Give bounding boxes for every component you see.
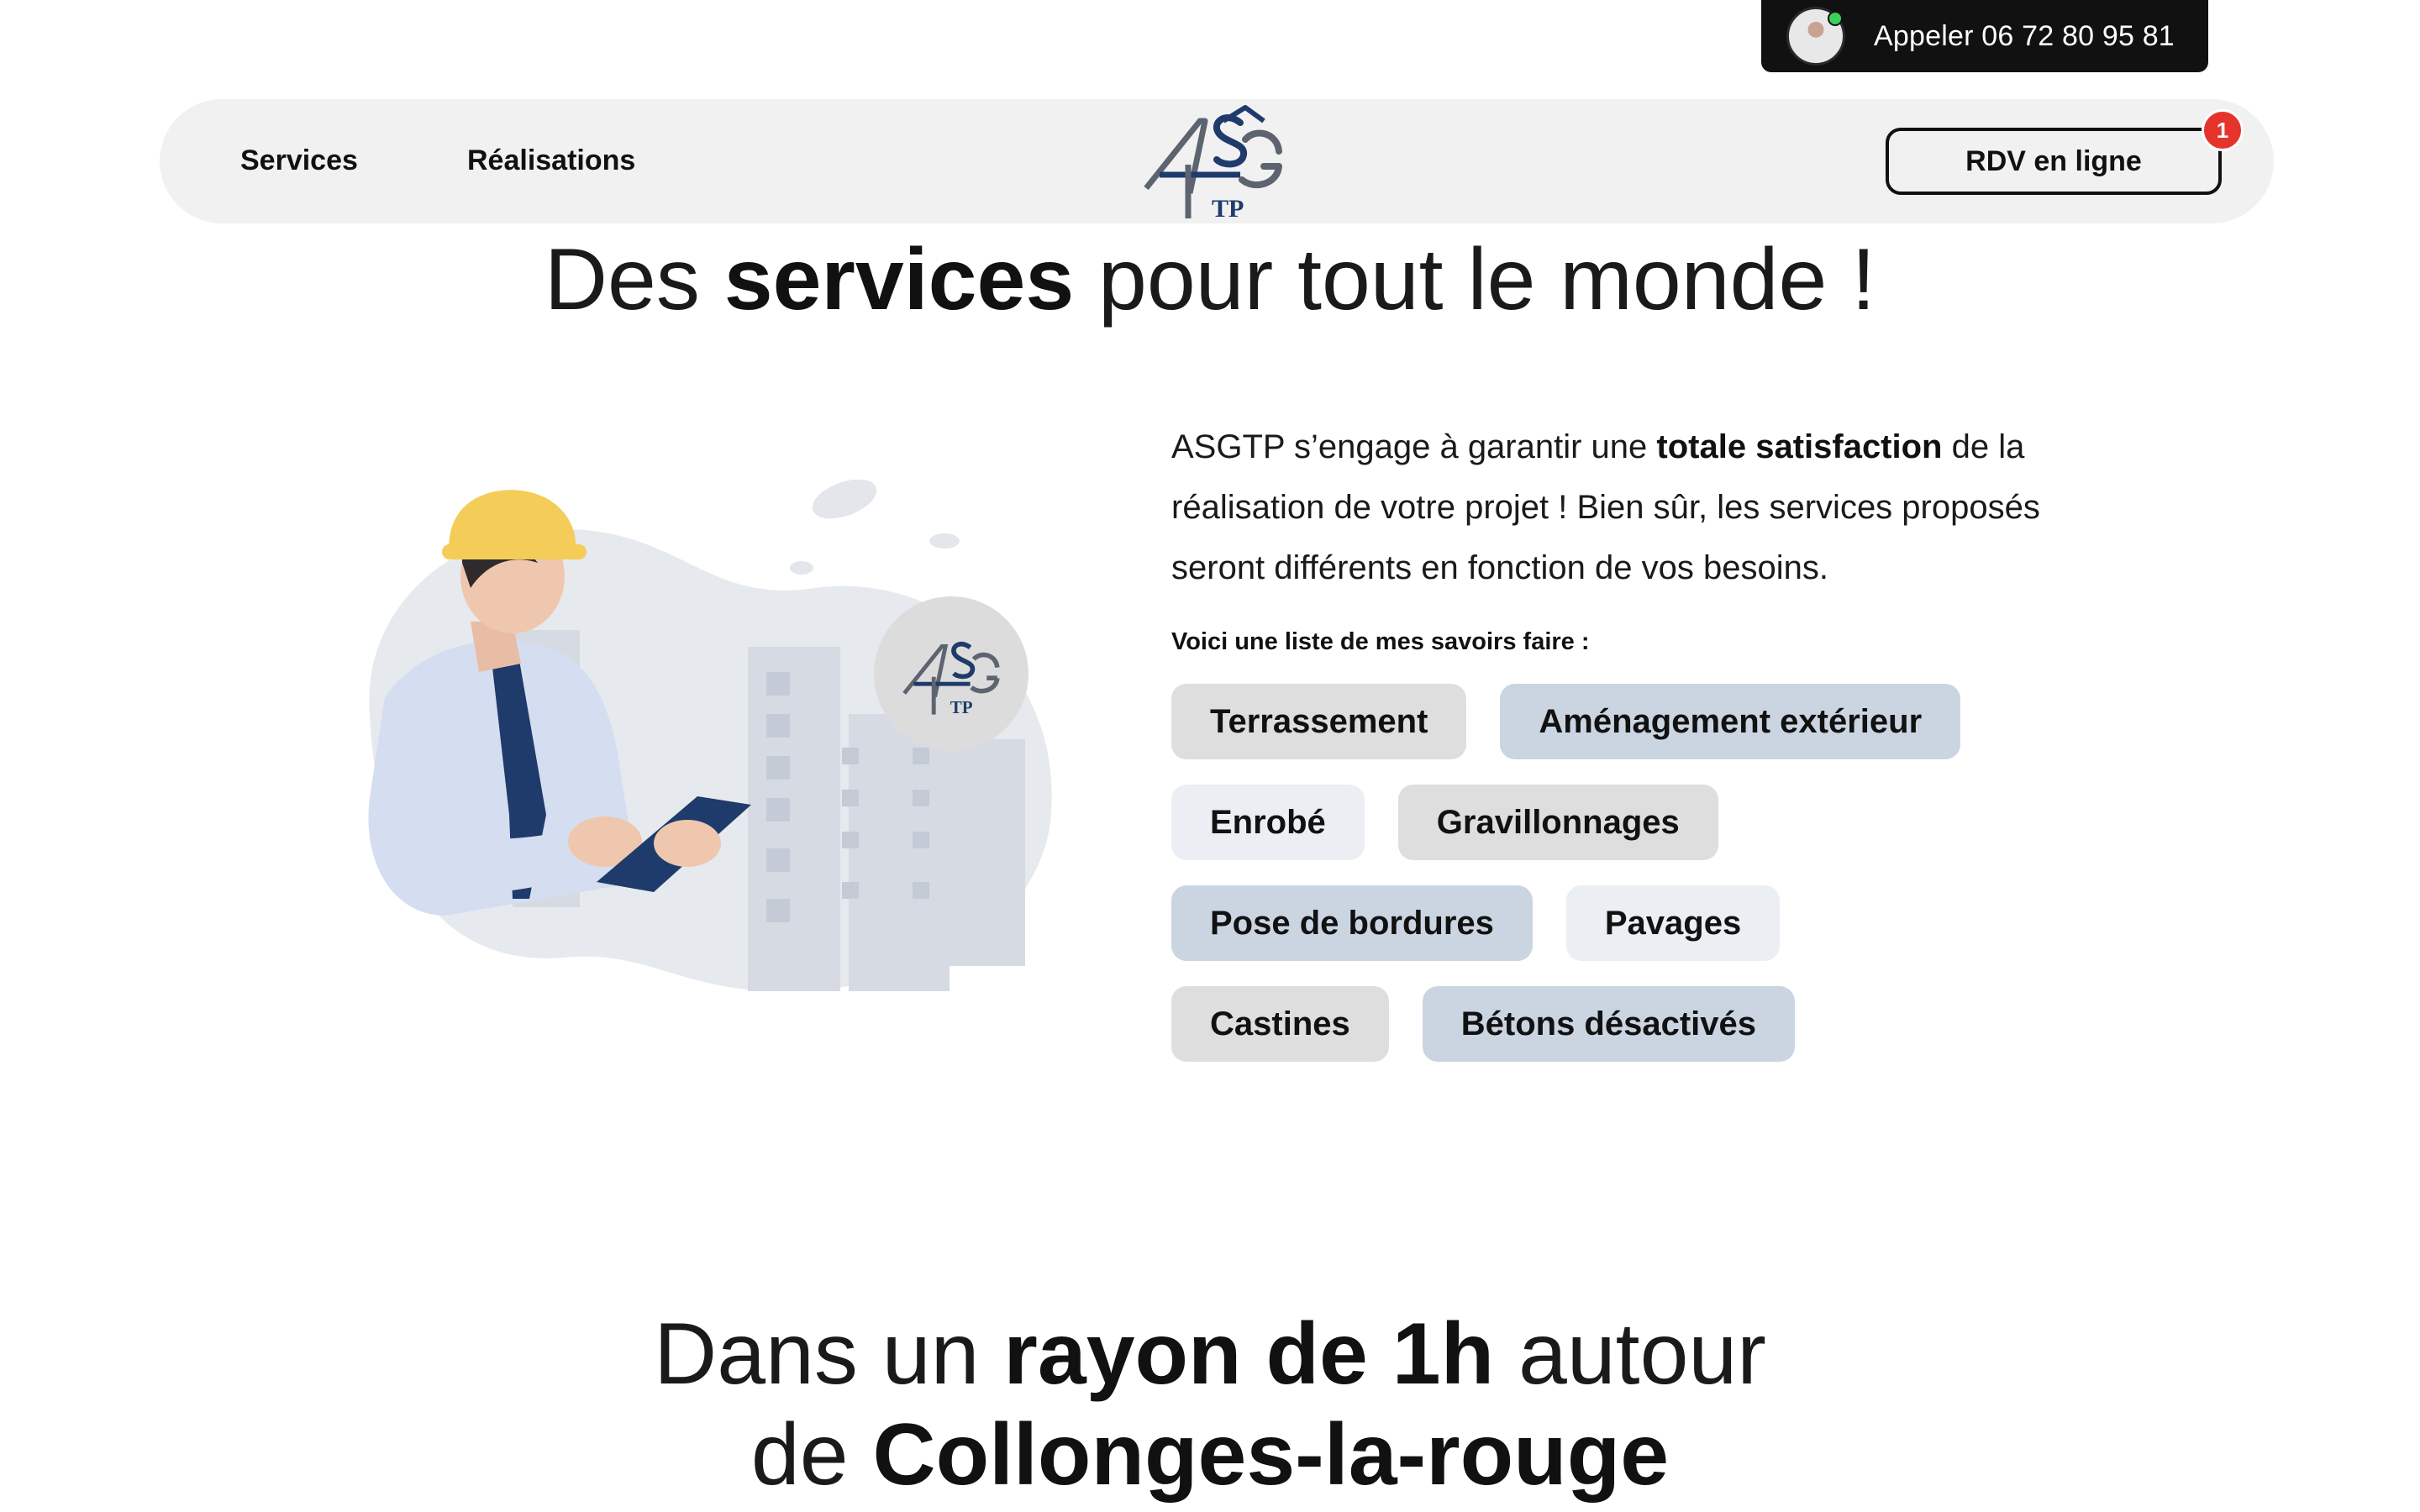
tag-amenagement-exterieur[interactable]: Aménagement extérieur bbox=[1500, 684, 1961, 759]
area-line1-bold: rayon de 1h bbox=[1003, 1305, 1495, 1403]
intro-text-bold: totale satisfaction bbox=[1656, 428, 1943, 465]
asgtp-logo-icon[interactable]: TP bbox=[1141, 102, 1292, 223]
tag-gravillonnages[interactable]: Gravillonnages bbox=[1397, 785, 1718, 860]
tag-row: Castines Bétons désactivés bbox=[1171, 986, 2180, 1062]
nav-link-services[interactable]: Services bbox=[240, 144, 358, 177]
call-button[interactable]: Appeler 06 72 80 95 81 bbox=[1761, 0, 2208, 72]
page: Appeler 06 72 80 95 81 Services Réalisat… bbox=[0, 0, 2420, 1512]
area-line2-bold: Collonges-la-rouge bbox=[872, 1406, 1670, 1504]
tag-betons-desactives[interactable]: Bétons désactivés bbox=[1422, 986, 1796, 1062]
online-status-dot bbox=[1828, 11, 1843, 26]
tag-row: Pose de bordures Pavages bbox=[1171, 885, 2180, 961]
hero-title-bold: services bbox=[723, 231, 1075, 328]
area-line1-pre: Dans un bbox=[654, 1305, 1004, 1403]
tag-castines[interactable]: Castines bbox=[1171, 986, 1389, 1062]
hero-title: Des services pour tout le monde ! bbox=[0, 232, 2420, 328]
area-title: Dans un rayon de 1h autour de Collonges-… bbox=[0, 1304, 2420, 1505]
notification-badge: 1 bbox=[2202, 109, 2244, 151]
call-label: Appeler 06 72 80 95 81 bbox=[1874, 19, 2175, 52]
skills-tag-list: Terrassement Aménagement extérieur Enrob… bbox=[1171, 684, 2180, 1087]
nav-link-realisations[interactable]: Réalisations bbox=[467, 144, 635, 177]
person-avatar-icon bbox=[1786, 7, 1845, 66]
rdv-online-button[interactable]: RDV en ligne bbox=[1886, 128, 2222, 195]
intro-text-pre: ASGTP s’engage à garantir une bbox=[1171, 428, 1657, 465]
area-line1-post: autour bbox=[1494, 1305, 1766, 1403]
tag-pose-de-bordures[interactable]: Pose de bordures bbox=[1171, 885, 1533, 961]
area-line2-pre: de bbox=[750, 1406, 873, 1504]
skills-list-heading: Voici une liste de mes savoirs faire : bbox=[1171, 628, 1590, 655]
navbar: Services Réalisations TP RDV en ligne 1 bbox=[160, 99, 2274, 223]
tag-row: Enrobé Gravillonnages bbox=[1171, 785, 2180, 860]
tag-row: Terrassement Aménagement extérieur bbox=[1171, 684, 2180, 759]
tag-enrobe[interactable]: Enrobé bbox=[1171, 785, 1365, 860]
tag-pavages[interactable]: Pavages bbox=[1565, 885, 1781, 961]
svg-text:TP: TP bbox=[1212, 195, 1244, 222]
intro-paragraph: ASGTP s’engage à garantir une totale sat… bbox=[1171, 417, 2112, 598]
svg-text:TP: TP bbox=[950, 697, 973, 717]
hero-title-pre: Des bbox=[544, 231, 724, 328]
hero-title-post: pour tout le monde ! bbox=[1074, 231, 1876, 328]
tag-terrassement[interactable]: Terrassement bbox=[1171, 684, 1467, 759]
worker-with-tablet-illustration: TP bbox=[345, 462, 1067, 1016]
